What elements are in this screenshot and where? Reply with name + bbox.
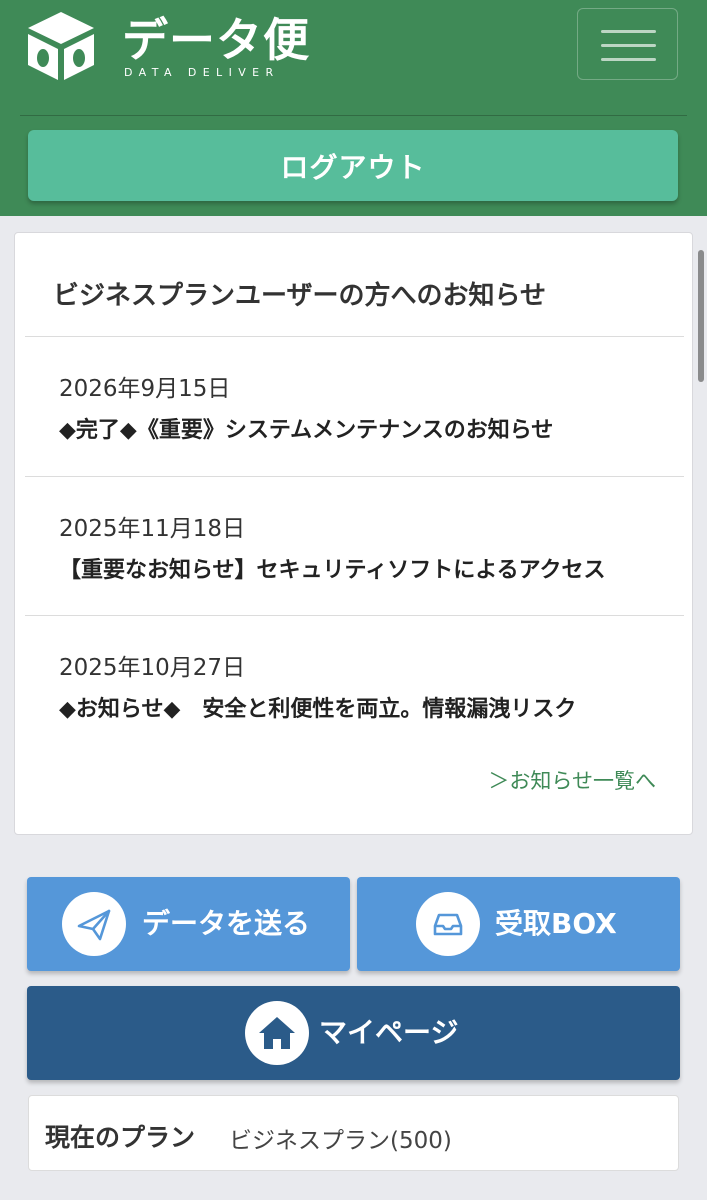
header-divider [20, 115, 687, 116]
news-list-link[interactable]: ＞お知らせ一覧へ [488, 765, 656, 795]
send-data-button[interactable]: データを送る [27, 877, 350, 971]
news-card: ビジネスプランユーザーの方へのお知らせ 2026年9月15日 ◆完了◆《重要》シ… [14, 232, 693, 835]
receive-box-button[interactable]: 受取BOX [357, 877, 680, 971]
news-date: 2026年9月15日 [59, 376, 231, 402]
logout-button[interactable]: ログアウト [28, 130, 678, 201]
mypage-button[interactable]: マイページ [27, 986, 680, 1080]
news-title[interactable]: ◆お知らせ◆ 安全と利便性を両立。情報漏洩リスク [59, 691, 643, 723]
inbox-tray-icon [416, 892, 480, 956]
current-plan-box: 現在のプラン ビジネスプラン(500) [28, 1095, 679, 1171]
logo-subtitle: DATA DELIVER [124, 66, 280, 79]
news-item[interactable]: 2025年11月18日 【重要なお知らせ】セキュリティソフトによるアクセス [15, 477, 694, 615]
news-heading: ビジネスプランユーザーの方へのお知らせ [53, 281, 546, 311]
news-date: 2025年11月18日 [59, 516, 246, 542]
current-plan-label: 現在のプラン [45, 1123, 196, 1152]
site-header: データ便 DATA DELIVER ログアウト [0, 0, 707, 216]
hamburger-menu-button[interactable] [577, 8, 678, 80]
mypage-label: マイページ [319, 1016, 459, 1049]
page-scrollbar[interactable] [697, 250, 707, 390]
hamburger-icon [601, 58, 656, 61]
news-item[interactable]: 2026年9月15日 ◆完了◆《重要》システムメンテナンスのお知らせ [15, 337, 694, 475]
site-logo[interactable]: データ便 DATA DELIVER [26, 10, 309, 80]
home-icon [245, 1001, 309, 1065]
news-date: 2025年10月27日 [59, 655, 246, 681]
scrollbar-thumb[interactable] [698, 250, 704, 382]
receive-box-label: 受取BOX [495, 907, 617, 940]
news-title[interactable]: ◆完了◆《重要》システムメンテナンスのお知らせ [59, 412, 643, 444]
send-data-label: データを送る [142, 907, 311, 940]
logo-cube-icon [28, 12, 94, 80]
logo-title: データ便 [122, 13, 310, 67]
current-plan-value: ビジネスプラン(500) [229, 1128, 452, 1154]
news-title[interactable]: 【重要なお知らせ】セキュリティソフトによるアクセス [59, 552, 643, 584]
hamburger-icon [601, 44, 656, 47]
paper-plane-icon [62, 892, 126, 956]
news-item[interactable]: 2025年10月27日 ◆お知らせ◆ 安全と利便性を両立。情報漏洩リスク [15, 616, 694, 754]
hamburger-icon [601, 30, 656, 33]
